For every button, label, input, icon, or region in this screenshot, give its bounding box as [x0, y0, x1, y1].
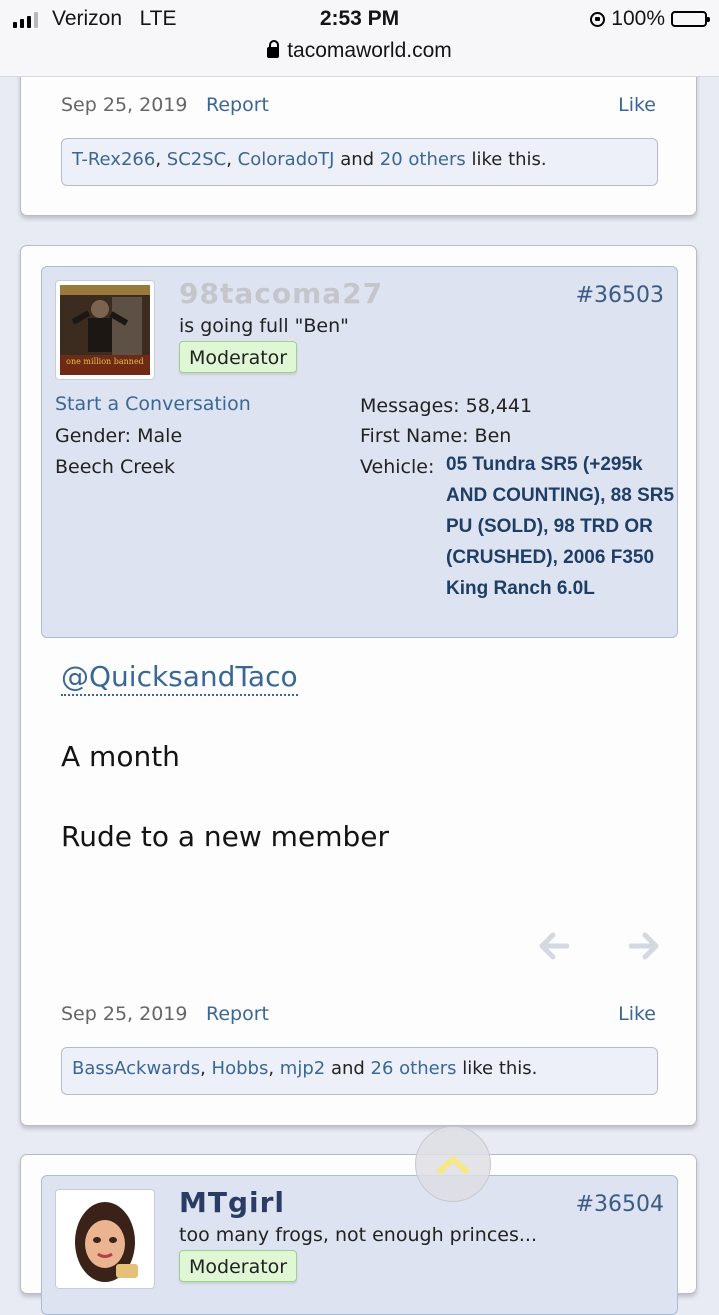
liker-link[interactable]: mjp2 [280, 1058, 325, 1079]
avatar[interactable]: one million banned [55, 280, 155, 380]
message-line: Rude to a new member [61, 820, 389, 853]
gender-field: Gender: Male [55, 425, 182, 447]
gender-value: Male [137, 425, 183, 447]
mention-link[interactable]: @QuicksandTaco [61, 660, 298, 696]
user-title: is going full "Ben" [179, 315, 349, 337]
post-36503: one million banned 98tacoma27 is going f… [20, 245, 697, 1126]
rotation-lock-icon [590, 11, 606, 27]
vehicle-value: 05 Tundra SR5 (+295k AND COUNTING), 88 S… [446, 454, 675, 599]
next-arrow-icon[interactable] [628, 930, 659, 968]
post-number[interactable]: #36503 [576, 283, 664, 308]
likes-summary: T-Rex266, SC2SC, ColoradoTJ and 20 other… [61, 138, 658, 186]
liker-link[interactable]: T-Rex266 [72, 149, 155, 170]
likes-suffix: like this. [462, 1058, 538, 1079]
post-date: Sep 25, 2019 [61, 1003, 188, 1025]
first-name-field: First Name: Ben [360, 425, 511, 447]
post-36504: MTgirl too many frogs, not enough prince… [20, 1154, 697, 1315]
avatar-caption: one million banned [66, 357, 144, 366]
location: Beech Creek [55, 456, 175, 478]
status-right: 100% [590, 7, 710, 31]
post-date: Sep 25, 2019 [61, 94, 188, 116]
like-link[interactable]: Like [618, 1003, 656, 1025]
start-conversation-link[interactable]: Start a Conversation [55, 393, 251, 415]
messages-value: 58,441 [465, 395, 533, 417]
battery-icon [671, 11, 710, 27]
avatar-image [60, 1194, 150, 1284]
others-link[interactable]: 20 others [380, 149, 466, 170]
username[interactable]: 98tacoma27 [179, 277, 383, 310]
likes-suffix: like this. [471, 149, 547, 170]
user-title: too many frogs, not enough princes... [179, 1224, 538, 1246]
lock-icon [267, 40, 280, 58]
messages-label: Messages: [360, 395, 460, 417]
avatar-image: one million banned [60, 285, 150, 375]
likes-and: and [330, 1058, 365, 1079]
liker-link[interactable]: BassAckwards [72, 1058, 200, 1079]
gender-label: Gender: [55, 425, 132, 447]
moderator-badge: Moderator [179, 1250, 298, 1282]
chevron-up-icon [437, 1156, 469, 1174]
url-text: tacomaworld.com [287, 39, 452, 62]
liker-link[interactable]: ColoradoTJ [238, 149, 335, 170]
previous-arrow-icon[interactable] [539, 930, 570, 968]
likes-summary: BassAckwards, Hobbs, mjp2 and 26 others … [61, 1047, 658, 1095]
username[interactable]: MTgirl [179, 1186, 285, 1219]
moderator-badge: Moderator [179, 341, 298, 373]
liker-link[interactable]: Hobbs [212, 1058, 269, 1079]
report-link[interactable]: Report [206, 1003, 269, 1025]
message-line: A month [61, 740, 180, 773]
post-number[interactable]: #36504 [576, 1192, 664, 1217]
address-bar[interactable]: tacomaworld.com [0, 39, 719, 63]
like-link[interactable]: Like [618, 94, 656, 116]
avatar[interactable] [55, 1189, 155, 1289]
report-link[interactable]: Report [206, 94, 269, 116]
others-link[interactable]: 26 others [371, 1058, 457, 1079]
user-info-box: one million banned 98tacoma27 is going f… [41, 266, 678, 638]
scroll-to-top-button[interactable] [415, 1126, 491, 1202]
liker-link[interactable]: SC2SC [167, 149, 226, 170]
messages-field: Messages: 58,441 [360, 395, 532, 417]
likes-and: and [340, 149, 375, 170]
vehicle-label: Vehicle: [360, 456, 435, 478]
user-info-box: MTgirl too many frogs, not enough prince… [41, 1175, 678, 1315]
first-name-value: Ben [474, 425, 512, 447]
first-name-label: First Name: [360, 425, 469, 447]
status-bar: Verizon LTE 2:53 PM 100% tacomaworld.com [0, 0, 719, 77]
battery-percent: 100% [611, 7, 665, 30]
